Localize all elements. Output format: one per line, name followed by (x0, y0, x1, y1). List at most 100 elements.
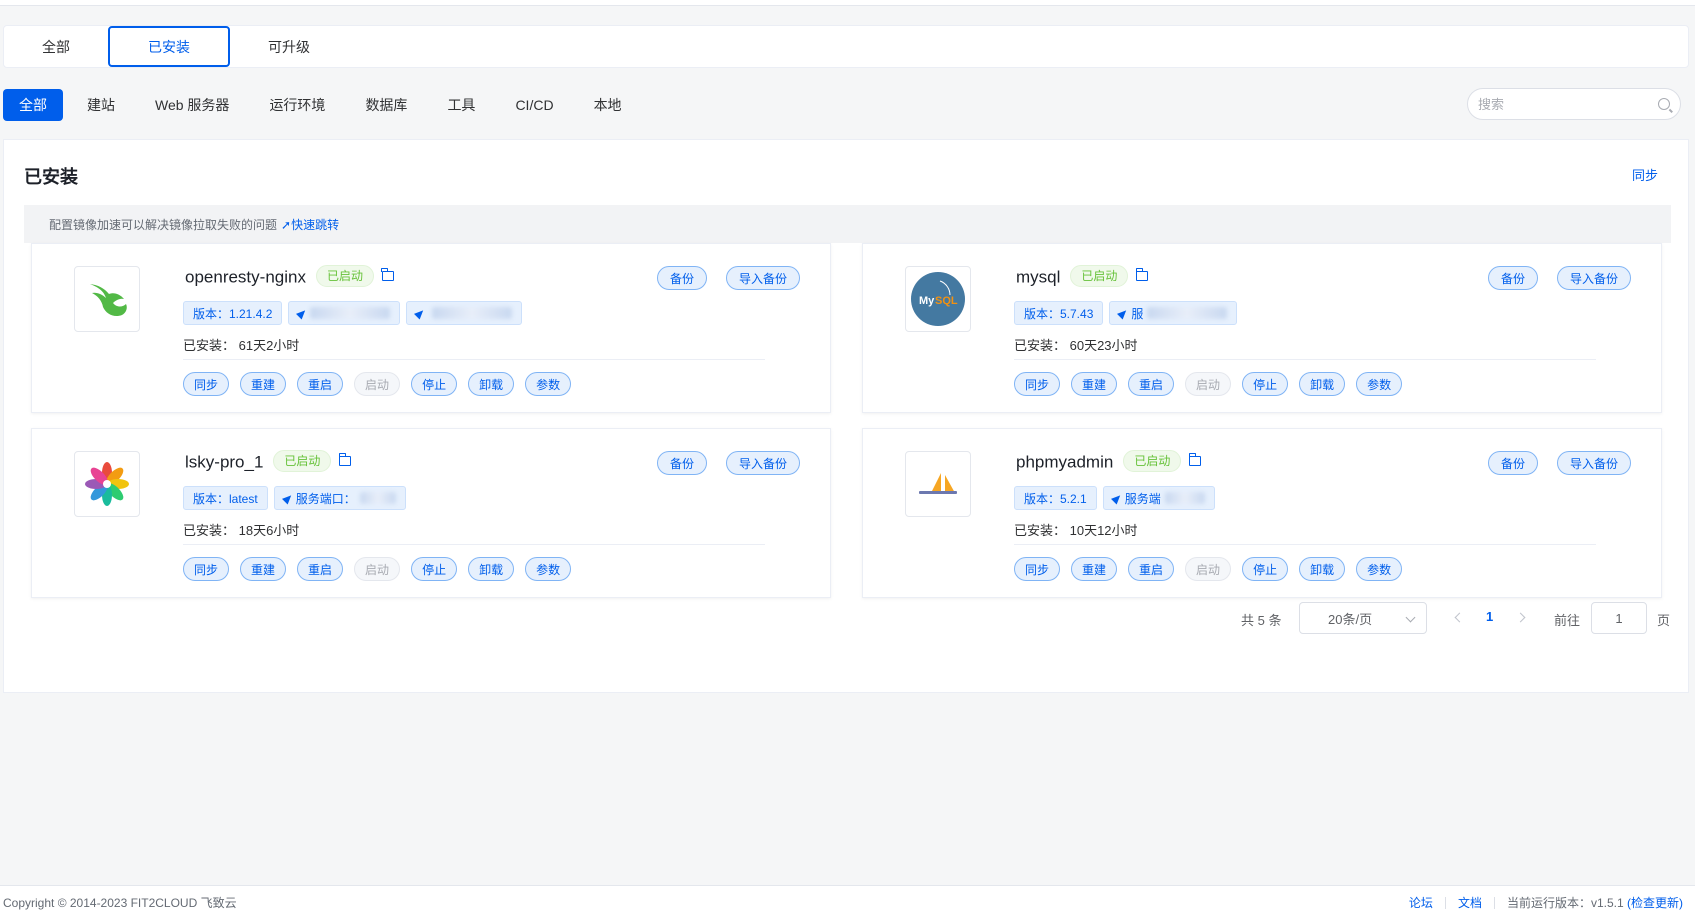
status-badge: 已启动 (1123, 450, 1182, 472)
pagination: 共 5 条 20条/页 1 前往 页 (4, 602, 1690, 634)
rebuild-button[interactable]: 重建 (240, 372, 287, 396)
folder-icon[interactable] (1135, 268, 1149, 281)
uninstall-button[interactable]: 卸载 (1299, 372, 1346, 396)
stop-button[interactable]: 停止 (411, 372, 458, 396)
card-actions: 同步 重建 重启 启动 停止 卸载 参数 (183, 557, 572, 581)
redacted-text (359, 492, 396, 504)
rebuild-button[interactable]: 重建 (240, 557, 287, 581)
category-database[interactable]: 数据库 (345, 89, 427, 121)
prev-page-icon[interactable] (1454, 612, 1465, 623)
divider (183, 544, 765, 545)
redacted-text (1147, 307, 1228, 319)
category-all[interactable]: 全部 (3, 89, 63, 121)
uninstall-button[interactable]: 卸载 (1299, 557, 1346, 581)
category-runtime[interactable]: 运行环境 (249, 89, 345, 121)
tab-installed[interactable]: 已安装 (108, 26, 230, 67)
search-box (1467, 88, 1681, 120)
start-button[interactable]: 启动 (1185, 372, 1232, 396)
sync-button[interactable]: 同步 (183, 557, 230, 581)
category-cicd[interactable]: CI/CD (495, 89, 573, 121)
docs-link[interactable]: 文档 (1458, 894, 1482, 911)
app-name: phpmyadmin 已启动 (1016, 450, 1202, 474)
stop-button[interactable]: 停止 (1242, 372, 1289, 396)
page-size-select[interactable]: 20条/页 (1299, 602, 1427, 634)
params-button[interactable]: 参数 (1356, 557, 1403, 581)
folder-icon[interactable] (381, 268, 394, 281)
app-tags: 版本：5.7.43 服 (1014, 301, 1238, 325)
status-badge: 已启动 (273, 450, 332, 472)
category-tools[interactable]: 工具 (427, 89, 495, 121)
folder-icon[interactable] (338, 453, 352, 466)
pinwheel-icon (85, 462, 129, 506)
goto-page-input[interactable] (1591, 602, 1647, 634)
chevron-down-icon (1405, 612, 1416, 623)
page-number-current[interactable]: 1 (1486, 609, 1493, 624)
hidden-tag (288, 301, 401, 325)
quick-jump-link[interactable]: ➚快速跳转 (281, 216, 339, 233)
port-tag[interactable]: 服务端口： (273, 486, 406, 510)
openresty-logo (74, 266, 140, 332)
backup-button[interactable]: 备份 (656, 451, 707, 475)
rebuild-button[interactable]: 重建 (1071, 372, 1118, 396)
card-top-actions: 备份 导入备份 (656, 451, 800, 475)
phpmyadmin-sail-icon (919, 473, 957, 494)
sync-button[interactable]: 同步 (183, 372, 230, 396)
uninstall-button[interactable]: 卸载 (468, 557, 515, 581)
port-tag[interactable]: 服务端 (1102, 486, 1215, 510)
category-website[interactable]: 建站 (67, 89, 135, 121)
restart-button[interactable]: 重启 (1128, 557, 1175, 581)
sync-button[interactable]: 同步 (1014, 557, 1061, 581)
search-icon[interactable] (1658, 98, 1670, 110)
next-page-icon[interactable] (1515, 612, 1526, 623)
category-local[interactable]: 本地 (574, 89, 642, 121)
import-backup-button[interactable]: 导入备份 (725, 451, 800, 475)
stop-button[interactable]: 停止 (1242, 557, 1289, 581)
page-unit: 页 (1657, 613, 1671, 628)
version-info: 当前运行版本：v1.5.1 (检查更新) (1507, 894, 1683, 911)
import-backup-button[interactable]: 导入备份 (1556, 266, 1631, 290)
divider (1014, 359, 1596, 360)
port-tag[interactable] (406, 301, 523, 325)
restart-button[interactable]: 重启 (297, 372, 344, 396)
restart-button[interactable]: 重启 (297, 557, 344, 581)
params-button[interactable]: 参数 (1356, 372, 1403, 396)
import-backup-button[interactable]: 导入备份 (1556, 451, 1631, 475)
app-card-phpmyadmin: phpmyadmin 已启动 备份 导入备份 版本：5.2.1 服务端 已安装： … (862, 428, 1662, 598)
tab-all[interactable]: 全部 (4, 26, 108, 67)
footer-links: 论坛 文档 当前运行版本：v1.5.1 (检查更新) (1409, 894, 1683, 911)
check-update-link[interactable]: (检查更新) (1627, 896, 1683, 910)
card-top-actions: 备份 导入备份 (1487, 451, 1631, 475)
start-button[interactable]: 启动 (1185, 557, 1232, 581)
app-name-text: mysql (1016, 267, 1061, 287)
uninstall-button[interactable]: 卸载 (468, 372, 515, 396)
sync-button[interactable]: 同步 (1014, 372, 1061, 396)
installed-time: 已安装： 61天2小时 (183, 338, 300, 353)
sync-link[interactable]: 同步 (1632, 165, 1658, 184)
folder-icon[interactable] (1188, 453, 1202, 466)
footer: Copyright © 2014-2023 FIT2CLOUD 飞致云 论坛 文… (0, 885, 1695, 913)
tab-upgradable[interactable]: 可升级 (230, 26, 348, 67)
version-tag: 版本：5.2.1 (1014, 486, 1097, 510)
forum-link[interactable]: 论坛 (1409, 894, 1433, 911)
params-button[interactable]: 参数 (525, 372, 572, 396)
version-tag: 版本：latest (183, 486, 268, 510)
start-button[interactable]: 启动 (354, 557, 401, 581)
search-input[interactable] (1478, 96, 1658, 112)
restart-button[interactable]: 重启 (1128, 372, 1175, 396)
category-web-server[interactable]: Web 服务器 (135, 89, 249, 121)
params-button[interactable]: 参数 (525, 557, 572, 581)
app-card-lsky: lsky-pro_1 已启动 备份 导入备份 版本：latest 服务端口： 已安… (31, 428, 831, 598)
divider (1014, 544, 1596, 545)
app-tags: 版本：1.21.4.2 (183, 301, 523, 325)
stop-button[interactable]: 停止 (411, 557, 458, 581)
port-tag[interactable]: 服 (1109, 301, 1238, 325)
backup-button[interactable]: 备份 (1487, 266, 1538, 290)
status-badge: 已启动 (1070, 265, 1129, 287)
backup-button[interactable]: 备份 (656, 266, 707, 290)
import-backup-button[interactable]: 导入备份 (725, 266, 800, 290)
card-top-actions: 备份 导入备份 (1487, 266, 1631, 290)
backup-button[interactable]: 备份 (1487, 451, 1538, 475)
start-button[interactable]: 启动 (354, 372, 401, 396)
rebuild-button[interactable]: 重建 (1071, 557, 1118, 581)
link-arrow-icon (1110, 491, 1123, 505)
